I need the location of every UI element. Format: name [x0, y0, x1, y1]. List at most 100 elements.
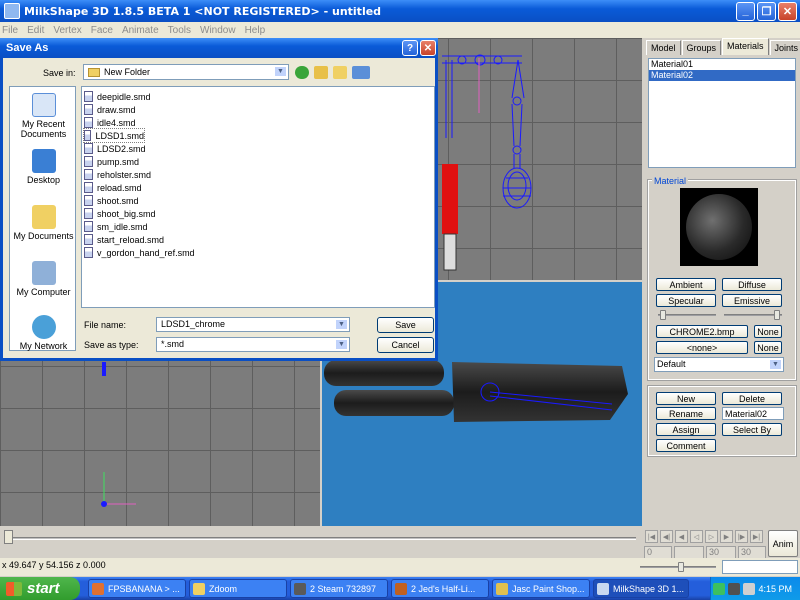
- dialog-close-button[interactable]: ✕: [420, 40, 436, 56]
- new-folder-icon[interactable]: [333, 66, 347, 79]
- list-item[interactable]: sm_idle.smd: [84, 220, 432, 233]
- tab-groups[interactable]: Groups: [681, 40, 722, 55]
- help-button[interactable]: ?: [402, 40, 418, 56]
- list-item-selected[interactable]: LDSD1.smd: [83, 128, 145, 143]
- start-button[interactable]: start: [0, 577, 80, 600]
- save-in-label: Save in:: [43, 68, 76, 78]
- taskbar-item-paintshop[interactable]: Jasc Paint Shop...: [492, 579, 590, 598]
- alpha-none-button[interactable]: None: [754, 341, 782, 354]
- place-desktop[interactable]: Desktop: [10, 145, 77, 195]
- file-icon: [84, 221, 93, 232]
- ambient-button[interactable]: Ambient: [656, 278, 716, 291]
- menu-tools[interactable]: Tools: [168, 25, 191, 36]
- menu-edit[interactable]: Edit: [27, 25, 44, 36]
- close-button[interactable]: ✕: [778, 1, 797, 21]
- file-icon: [84, 156, 93, 167]
- maximize-button[interactable]: ❐: [757, 1, 776, 21]
- delete-button[interactable]: Delete: [722, 392, 782, 405]
- play-icon[interactable]: ◁: [690, 530, 703, 543]
- cancel-button[interactable]: Cancel: [377, 337, 434, 353]
- network-icon[interactable]: [713, 582, 726, 595]
- mode-select[interactable]: Default ▼: [654, 357, 784, 372]
- prev-key-icon[interactable]: ◀|: [660, 530, 673, 543]
- taskbar-item-jeds[interactable]: 2 Jed's Half-Li...: [391, 579, 489, 598]
- select-by-button[interactable]: Select By: [722, 423, 782, 436]
- comment-button[interactable]: Comment: [656, 439, 716, 452]
- emissive-button[interactable]: Emissive: [722, 294, 782, 307]
- file-icon: [84, 91, 93, 102]
- menu-face[interactable]: Face: [91, 25, 113, 36]
- place-my-computer[interactable]: My Computer: [10, 257, 77, 307]
- next-key2-icon[interactable]: |▶: [735, 530, 748, 543]
- list-item[interactable]: reload.smd: [84, 181, 432, 194]
- place-my-documents[interactable]: My Documents: [10, 201, 77, 251]
- speed-slider[interactable]: [640, 562, 716, 572]
- taskbar-item-milkshape[interactable]: MilkShape 3D 1...: [593, 579, 689, 598]
- save-button[interactable]: Save: [377, 317, 434, 333]
- steam-tray-icon[interactable]: [728, 582, 741, 595]
- list-item[interactable]: draw.smd: [84, 103, 432, 116]
- place-my-network[interactable]: My Network: [10, 311, 77, 361]
- place-label: My Network: [19, 341, 68, 351]
- file-list[interactable]: deepidle.smd draw.smd idle4.smd LDSD1.sm…: [81, 86, 435, 308]
- texture-button[interactable]: CHROME2.bmp: [656, 325, 748, 338]
- list-item[interactable]: pump.smd: [84, 155, 432, 168]
- timeline-track[interactable]: [6, 537, 636, 540]
- list-item[interactable]: shoot.smd: [84, 194, 432, 207]
- view-menu-icon[interactable]: [352, 66, 370, 79]
- list-item[interactable]: deepidle.smd: [84, 90, 432, 103]
- tab-materials[interactable]: Materials: [722, 38, 769, 55]
- last-frame-icon[interactable]: ▶|: [750, 530, 763, 543]
- taskbar-item-steam[interactable]: 2 Steam 732897: [290, 579, 388, 598]
- taskbar-item-zdoom[interactable]: Zdoom: [189, 579, 287, 598]
- next-frame-icon[interactable]: ▷: [705, 530, 718, 543]
- tab-joints[interactable]: Joints: [769, 40, 800, 55]
- back-icon[interactable]: [295, 66, 309, 79]
- transparency-slider[interactable]: [724, 310, 782, 320]
- file-name: LDSD2.smd: [97, 143, 146, 154]
- file-name: deepidle.smd: [97, 91, 151, 102]
- coords-readout: x 49.647 y 54.156 z 0.000: [2, 560, 106, 570]
- menu-vertex[interactable]: Vertex: [53, 25, 81, 36]
- material-name-field[interactable]: Material02: [722, 407, 784, 420]
- material-list[interactable]: Material01 Material02: [648, 58, 796, 168]
- file-icon: [84, 247, 93, 258]
- list-item[interactable]: idle4.smd: [84, 116, 432, 129]
- texture-none-button[interactable]: None: [754, 325, 782, 338]
- assign-button[interactable]: Assign: [656, 423, 716, 436]
- timeline-thumb[interactable]: [4, 530, 13, 544]
- list-item[interactable]: shoot_big.smd: [84, 207, 432, 220]
- first-frame-icon[interactable]: |◀: [645, 530, 658, 543]
- rename-button[interactable]: Rename: [656, 407, 716, 420]
- chevron-down-icon: ▼: [335, 319, 348, 330]
- alpha-texture-button[interactable]: <none>: [656, 341, 748, 354]
- save-in-dropdown[interactable]: New Folder ▼: [83, 64, 289, 80]
- prev-frame-icon[interactable]: ◀: [675, 530, 688, 543]
- menu-window[interactable]: Window: [200, 25, 236, 36]
- minimize-button[interactable]: _: [736, 1, 755, 21]
- next-key-icon[interactable]: ▶: [720, 530, 733, 543]
- list-item[interactable]: reholster.smd: [84, 168, 432, 181]
- new-button[interactable]: New: [656, 392, 716, 405]
- menu-help[interactable]: Help: [245, 25, 266, 36]
- material-item[interactable]: Material01: [649, 59, 795, 70]
- specular-button[interactable]: Specular: [656, 294, 716, 307]
- menu-animate[interactable]: Animate: [122, 25, 159, 36]
- list-item[interactable]: LDSD2.smd: [84, 142, 432, 155]
- file-name: reload.smd: [97, 182, 142, 193]
- up-folder-icon[interactable]: [314, 66, 328, 79]
- list-item[interactable]: v_gordon_hand_ref.smd: [84, 246, 432, 259]
- save-type-select[interactable]: *.smd ▼: [156, 337, 350, 352]
- diffuse-button[interactable]: Diffuse: [722, 278, 782, 291]
- volume-icon[interactable]: [743, 582, 756, 595]
- anim-button[interactable]: Anim: [768, 530, 798, 557]
- tab-model[interactable]: Model: [646, 40, 681, 55]
- list-item[interactable]: start_reload.smd: [84, 233, 432, 246]
- material-item-selected[interactable]: Material02: [649, 70, 795, 81]
- menu-file[interactable]: File: [2, 25, 18, 36]
- taskbar-item-fpsbanana[interactable]: FPSBANANA > ...: [88, 579, 186, 598]
- file-name-field[interactable]: LDSD1_chrome ▼: [156, 317, 350, 332]
- place-recent[interactable]: My Recent Documents: [10, 89, 77, 139]
- file-name: shoot.smd: [97, 195, 139, 206]
- shininess-slider[interactable]: [658, 310, 716, 320]
